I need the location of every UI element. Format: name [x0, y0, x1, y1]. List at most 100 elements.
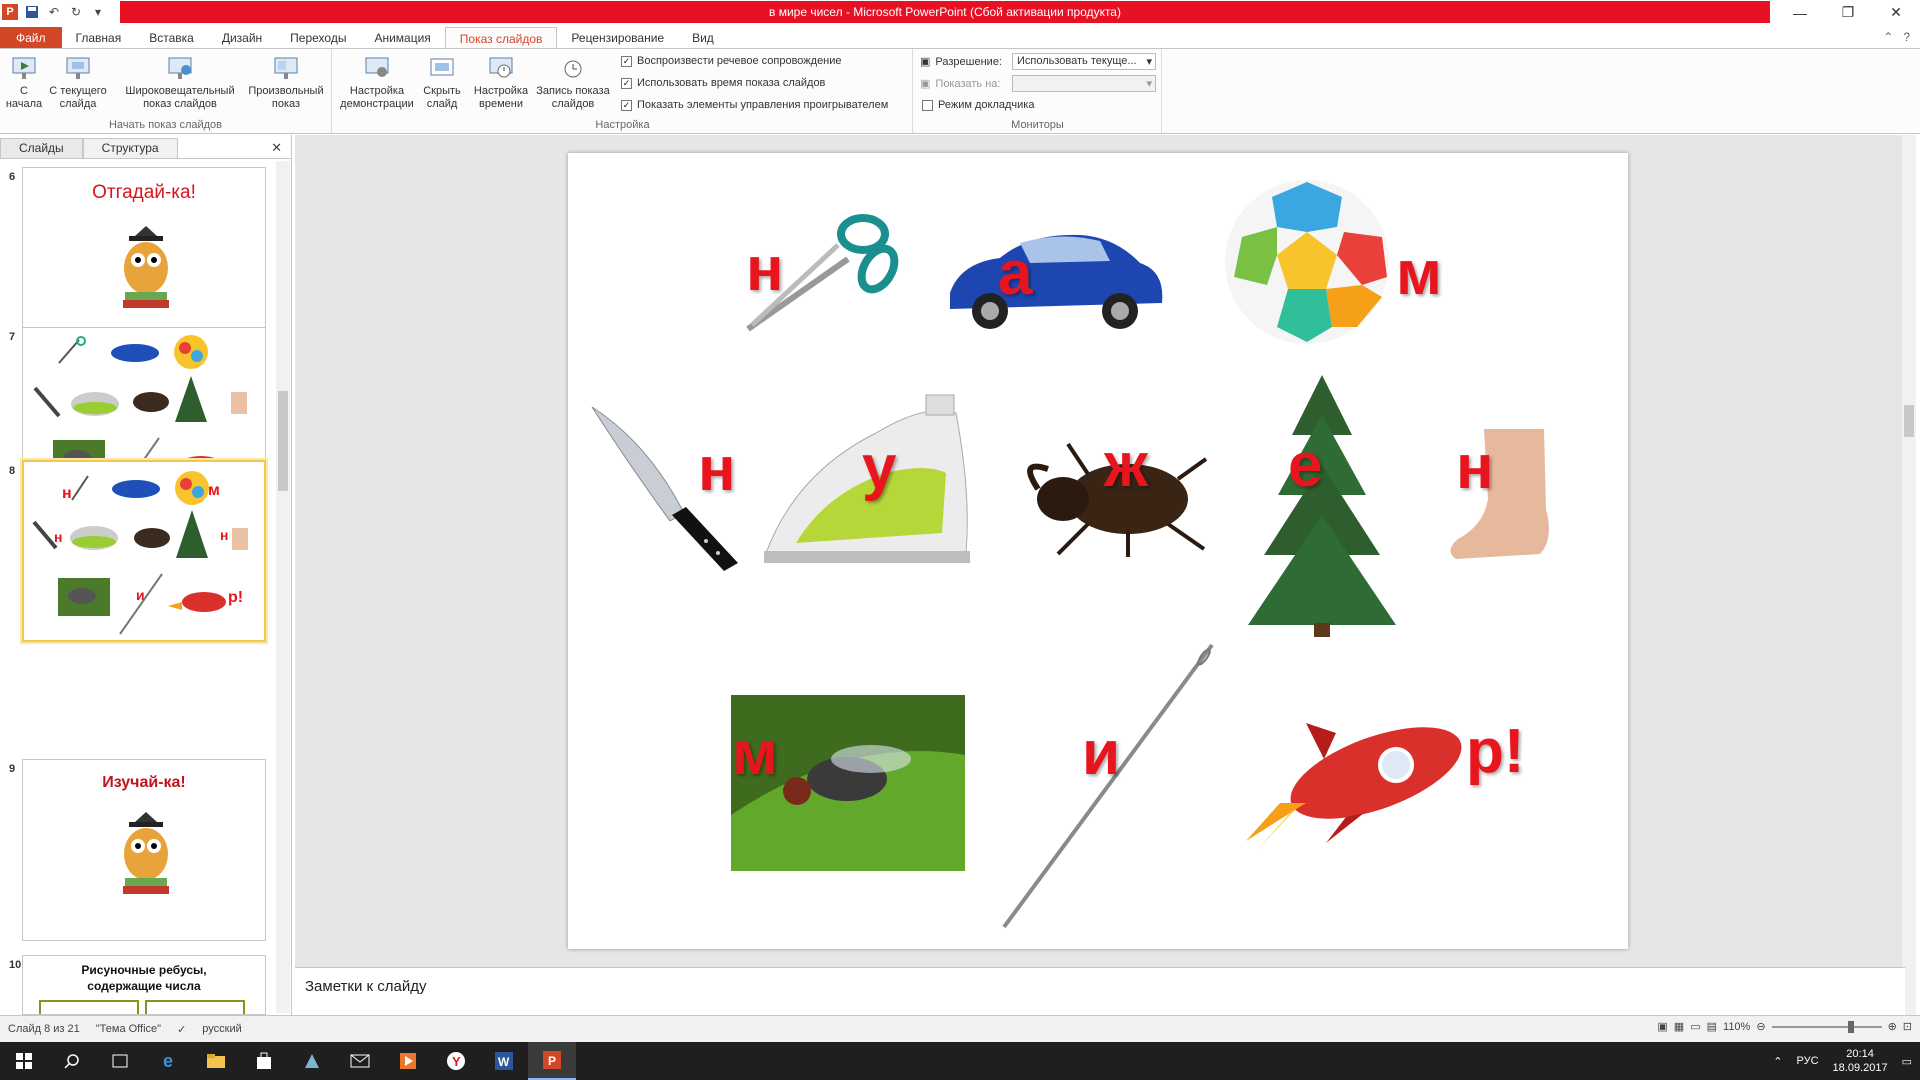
narration-checkbox[interactable]: ✓ [621, 55, 632, 67]
file-explorer-icon[interactable] [192, 1042, 240, 1080]
tab-file[interactable]: Файл [0, 27, 62, 49]
theme-name[interactable]: "Тема Office" [88, 1023, 169, 1035]
notes-pane[interactable]: Заметки к слайду [295, 967, 1905, 1015]
minimize-button[interactable]: — [1776, 0, 1824, 25]
zoom-slider-thumb[interactable] [1847, 1020, 1854, 1033]
tab-animations[interactable]: Анимация [360, 27, 444, 49]
scrollbar-thumb[interactable] [1904, 405, 1914, 437]
setup-show-button[interactable]: Настройка демонстрации [337, 53, 417, 111]
record-slideshow-button[interactable]: Запись показа слайдов [533, 53, 613, 111]
word-icon[interactable]: W [480, 1042, 528, 1080]
slides-panel-scrollbar[interactable] [276, 161, 290, 1013]
normal-view-icon[interactable]: ▣ [1657, 1020, 1667, 1033]
slides-panel: Слайды Структура ✕ 6 Отгадай-ка! 7 8 н м… [0, 135, 292, 1015]
keyboard-language[interactable]: РУС [1797, 1055, 1819, 1067]
language-indicator[interactable]: русский [194, 1023, 249, 1035]
fir-tree-picture [1248, 375, 1396, 637]
restore-button[interactable]: ❐ [1824, 0, 1872, 25]
media-player-icon[interactable] [384, 1042, 432, 1080]
svg-text:W: W [498, 1055, 510, 1069]
custom-show-button[interactable]: Произвольный показ [244, 53, 328, 111]
tray-chevron-icon[interactable]: ⌃ [1773, 1055, 1782, 1068]
timings-checkbox-row[interactable]: ✓ Использовать время показа слайдов [621, 77, 825, 89]
tab-review[interactable]: Рецензирование [557, 27, 678, 49]
minimize-ribbon-icon[interactable]: ⌃ [1883, 30, 1893, 44]
slideshow-start-icon [9, 53, 39, 83]
help-icon[interactable]: ? [1903, 30, 1910, 44]
slide-thumbnail-10[interactable]: Рисуночные ребусы, содержащие числа [22, 955, 266, 1015]
task-view-icon[interactable] [96, 1042, 144, 1080]
tab-home[interactable]: Главная [62, 27, 136, 49]
zoom-level[interactable]: 110% [1723, 1021, 1750, 1033]
timings-checkbox[interactable]: ✓ [621, 77, 632, 89]
yandex-browser-icon[interactable]: Y [432, 1042, 480, 1080]
group-start-slideshow: С начала С текущего слайда Широковещател… [0, 49, 332, 133]
status-bar: Слайд 8 из 21 "Тема Office" ✓ русский ▣ … [0, 1015, 1920, 1042]
show-on-select[interactable]: ▾ [1012, 75, 1156, 92]
start-button[interactable] [0, 1042, 48, 1080]
tab-slideshow[interactable]: Показ слайдов [444, 27, 558, 49]
custom-show-icon [271, 53, 301, 83]
undo-icon[interactable]: ↶ [46, 4, 62, 20]
scrollbar-thumb[interactable] [278, 391, 288, 491]
media-controls-checkbox-row[interactable]: ✓ Показать элементы управления проигрыва… [621, 99, 888, 111]
spellcheck-icon[interactable]: ✓ [169, 1023, 194, 1036]
thumb-title: Рисуночные ребусы, содержащие числа [81, 963, 207, 993]
reading-view-icon[interactable]: ▭ [1690, 1020, 1700, 1033]
search-icon[interactable] [48, 1042, 96, 1080]
fit-slide-icon[interactable]: ⊡ [1903, 1020, 1912, 1033]
presenter-view-row[interactable]: Режим докладчика [922, 99, 1034, 111]
slide-thumbnail-8-selected[interactable]: н м н н и р! [22, 460, 266, 642]
svg-text:н: н [62, 485, 72, 502]
tab-slides[interactable]: Слайды [0, 137, 83, 158]
tab-design[interactable]: Дизайн [208, 27, 276, 49]
redo-icon[interactable]: ↻ [68, 4, 84, 20]
group-monitors: ▣ Разрешение: Использовать текуще... ▾ ▣… [914, 49, 1162, 133]
tab-view[interactable]: Вид [678, 27, 728, 49]
slide-thumbnail-9[interactable]: Изучай-ка! [22, 759, 266, 941]
group-monitors-label: Мониторы [1011, 119, 1064, 131]
rehearse-timings-button[interactable]: Настройка времени [471, 53, 531, 111]
media-controls-checkbox[interactable]: ✓ [621, 99, 632, 111]
slide-sorter-icon[interactable]: ▦ [1674, 1020, 1684, 1033]
svg-text:и: и [136, 587, 145, 603]
mail-icon[interactable] [336, 1042, 384, 1080]
app-icon[interactable] [288, 1042, 336, 1080]
group-setup: Настройка демонстрации Скрыть слайд Наст… [333, 49, 913, 133]
letter-m: м [732, 719, 778, 788]
broadcast-icon [165, 53, 195, 83]
letter-m: м [1396, 239, 1442, 308]
svg-text:н: н [220, 527, 228, 543]
zoom-slider[interactable] [1771, 1020, 1882, 1033]
clock[interactable]: 20:14 18.09.2017 [1833, 1047, 1888, 1075]
title-bar: P ↶ ↻ ▾ в мире чисел - Microsoft PowerPo… [0, 0, 1920, 25]
resolution-select[interactable]: Использовать текуще... ▾ [1012, 53, 1156, 70]
slide-thumbnail-6[interactable]: Отгадай-ка! [22, 167, 266, 349]
powerpoint-taskbar-icon[interactable]: P [528, 1042, 576, 1080]
close-button[interactable]: ✕ [1872, 0, 1920, 25]
narration-checkbox-row[interactable]: ✓ Воспроизвести речевое сопровождение [621, 55, 842, 67]
svg-text:Y: Y [452, 1054, 461, 1069]
tab-outline[interactable]: Структура [82, 137, 178, 158]
slideshow-view-icon[interactable]: ▤ [1707, 1020, 1717, 1033]
presenter-view-checkbox[interactable] [922, 99, 933, 111]
tab-insert[interactable]: Вставка [135, 27, 208, 49]
svg-text:р!: р! [228, 589, 243, 606]
edge-icon[interactable]: e [144, 1042, 192, 1080]
save-icon[interactable] [24, 4, 40, 20]
main-scrollbar[interactable] [1902, 135, 1916, 1015]
close-panel-icon[interactable]: ✕ [271, 140, 282, 156]
store-icon[interactable] [240, 1042, 288, 1080]
zoom-in-icon[interactable]: ⊕ [1888, 1020, 1897, 1033]
powerpoint-logo-icon[interactable]: P [2, 4, 18, 20]
ribbon: С начала С текущего слайда Широковещател… [0, 48, 1920, 134]
tab-transitions[interactable]: Переходы [276, 27, 360, 49]
current-slide[interactable]: н а м н у ж е н м и р! [568, 153, 1628, 949]
from-current-button[interactable]: С текущего слайда [46, 53, 110, 111]
from-beginning-button[interactable]: С начала [4, 53, 44, 111]
broadcast-button[interactable]: Широковещательный показ слайдов [120, 53, 240, 111]
hide-slide-button[interactable]: Скрыть слайд [419, 53, 465, 111]
zoom-out-icon[interactable]: ⊖ [1756, 1020, 1765, 1033]
notifications-icon[interactable]: ▭ [1902, 1055, 1912, 1068]
customize-qat-icon[interactable]: ▾ [90, 4, 106, 20]
